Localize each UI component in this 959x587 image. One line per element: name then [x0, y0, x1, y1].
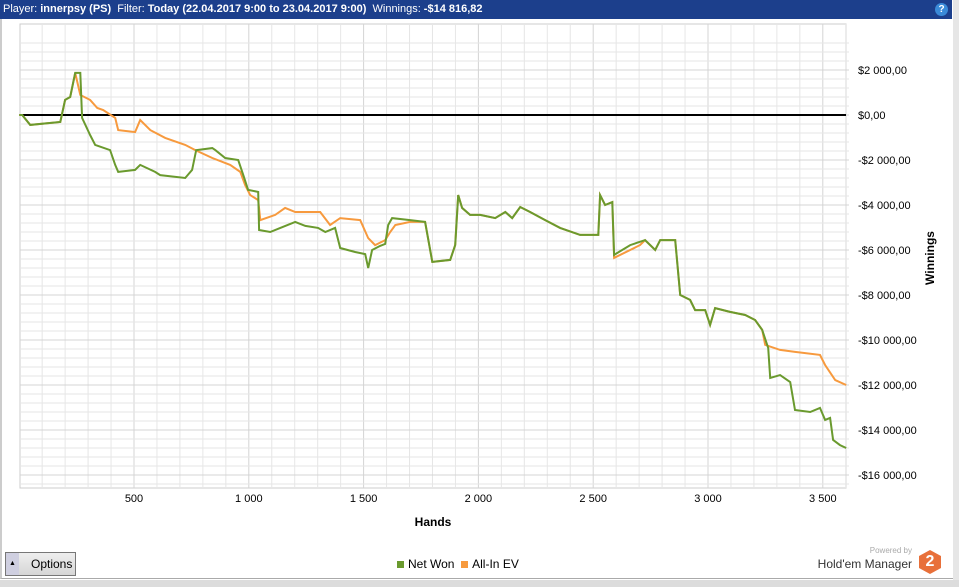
x-tick-label: 1 000 [235, 493, 263, 505]
hem2-logo: Powered by Hold'em Manager 2 [817, 546, 941, 574]
x-tick-label: 2 500 [579, 493, 607, 505]
powered-by: Powered by [869, 546, 912, 555]
x-tick-label: 2 000 [465, 493, 493, 505]
x-tick-label: 500 [125, 493, 143, 505]
x-tick-label: 3 500 [809, 493, 837, 505]
y-tick-label: -$14 000,00 [858, 425, 917, 437]
y-tick-label: $0,00 [858, 110, 886, 122]
hem2-badge-icon: 2 [919, 550, 941, 574]
y-tick-label: -$6 000,00 [858, 245, 911, 257]
x-tick-label: 1 500 [350, 493, 378, 505]
options-label: Options [31, 557, 73, 571]
y-tick-label: -$2 000,00 [858, 155, 911, 167]
options-button[interactable]: ▲ Options [5, 552, 76, 576]
legend-allin-ev: All-In EV [472, 557, 519, 571]
legend-swatch-allin-ev [461, 561, 469, 568]
y-tick-label: -$4 000,00 [858, 200, 911, 212]
x-tick-label: 3 000 [694, 493, 722, 505]
y-tick-label: -$8 000,00 [858, 290, 911, 302]
legend: Net Won All-In EV [397, 557, 519, 571]
winnings-chart: $2 000,00 $0,00 -$2 000,00 -$4 000,00 -$6 00… [19, 23, 937, 529]
expand-arrow-icon: ▲ [6, 553, 19, 575]
y-tick-label: -$10 000,00 [858, 335, 917, 347]
y-tick-label: $2 000,00 [858, 65, 907, 77]
plot-area [19, 23, 847, 489]
y-tick-label: -$12 000,00 [858, 380, 917, 392]
legend-net-won: Net Won [408, 557, 455, 571]
y-axis-title: Winnings [923, 231, 937, 285]
legend-swatch-net-won [397, 561, 404, 568]
y-tick-label: -$16 000,00 [858, 470, 917, 482]
x-axis-title: Hands [415, 515, 452, 529]
brand-name: Hold'em Manager [817, 557, 912, 571]
